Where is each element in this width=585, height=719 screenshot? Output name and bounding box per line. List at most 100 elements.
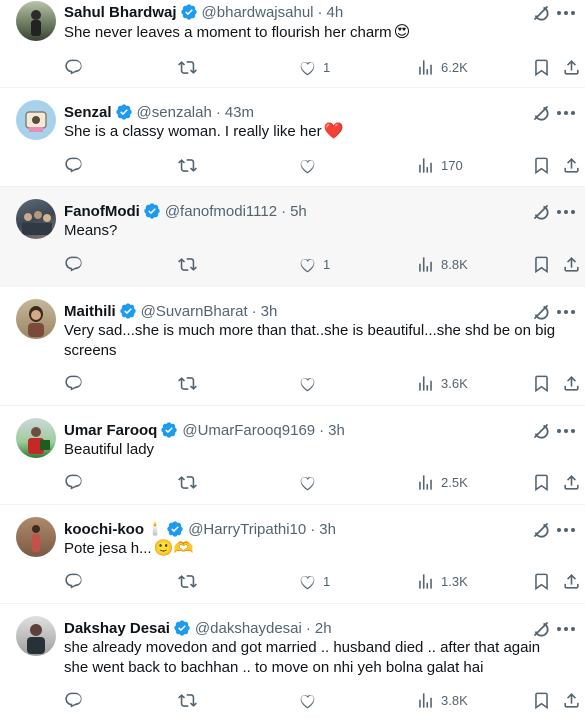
like-button[interactable]: 1 xyxy=(298,570,330,592)
tweet[interactable]: Dakshay Desai @dakshaydesai · 2h she alr… xyxy=(0,604,585,719)
like-button[interactable] xyxy=(298,372,323,394)
views-button[interactable]: 1.3K xyxy=(416,570,468,592)
more-dots-icon[interactable] xyxy=(555,619,577,639)
like-button[interactable]: 1 xyxy=(298,56,330,78)
views-button[interactable]: 6.2K xyxy=(416,56,468,78)
share-button[interactable] xyxy=(562,154,581,176)
user-handle[interactable]: @UmarFarooq9169 xyxy=(182,422,315,439)
more-dots-icon[interactable] xyxy=(555,202,577,222)
smiling-face-with-heart-eyes-emoji: 😍 xyxy=(393,24,411,41)
grok-icon[interactable] xyxy=(531,202,551,222)
display-name[interactable]: Senzal xyxy=(64,104,112,121)
tweet-text: Very sad...she is much more than that..s… xyxy=(64,321,565,361)
display-name[interactable]: Umar Farooq xyxy=(64,422,157,439)
more-dots-icon[interactable] xyxy=(555,520,577,540)
avatar[interactable] xyxy=(16,299,56,339)
views-button[interactable]: 3.8K xyxy=(416,689,468,711)
timestamp[interactable]: 3h xyxy=(328,422,345,439)
reply-button[interactable] xyxy=(64,689,83,711)
avatar[interactable] xyxy=(16,517,56,557)
share-button[interactable] xyxy=(562,471,581,493)
bookmark-button[interactable] xyxy=(532,570,551,592)
bookmark-button[interactable] xyxy=(532,689,551,711)
user-handle[interactable]: @SuvarnBharat xyxy=(141,303,248,320)
views-count: 1.3K xyxy=(441,573,468,589)
display-name[interactable]: Maithili xyxy=(64,303,116,320)
user-handle[interactable]: @fanofmodi1112 xyxy=(165,203,277,220)
more-dots-icon[interactable] xyxy=(555,302,577,322)
timestamp[interactable]: 3h xyxy=(319,521,336,538)
tweet[interactable]: Maithili @SuvarnBharat · 3h Very sad...s… xyxy=(0,287,585,406)
display-name[interactable]: FanofModi xyxy=(64,203,140,220)
timestamp[interactable]: 4h xyxy=(327,4,344,21)
tweet[interactable]: Senzal @senzalah · 43m She is a classy w… xyxy=(0,88,585,187)
reply-button[interactable] xyxy=(64,56,83,78)
separator-dot: · xyxy=(215,103,221,121)
avatar[interactable] xyxy=(16,1,56,41)
grok-icon[interactable] xyxy=(531,421,551,441)
avatar[interactable] xyxy=(16,199,56,239)
user-handle[interactable]: @dakshaydesai xyxy=(195,620,302,637)
retweet-button[interactable] xyxy=(178,689,197,711)
like-button[interactable] xyxy=(298,471,323,493)
more-dots-icon[interactable] xyxy=(555,421,577,441)
share-button[interactable] xyxy=(562,689,581,711)
reply-button[interactable] xyxy=(64,253,83,275)
tweet[interactable]: koochi-koo 🕯️ @HarryTripathi10 · 3h Pote… xyxy=(0,505,585,604)
tweet-text: She never leaves a moment to flourish he… xyxy=(64,23,565,43)
timestamp[interactable]: 43m xyxy=(225,104,254,121)
grok-icon[interactable] xyxy=(531,3,551,23)
retweet-icon xyxy=(178,693,197,707)
bookmark-button[interactable] xyxy=(532,372,551,394)
grok-icon[interactable] xyxy=(531,103,551,123)
display-name[interactable]: Dakshay Desai xyxy=(64,620,170,637)
more-dots-icon[interactable] xyxy=(555,103,577,123)
user-handle[interactable]: @bhardwajsahul xyxy=(202,4,314,21)
like-button[interactable]: 1 xyxy=(298,253,330,275)
timestamp[interactable]: 5h xyxy=(290,203,307,220)
timestamp[interactable]: 3h xyxy=(261,303,278,320)
share-button[interactable] xyxy=(562,56,581,78)
display-name[interactable]: koochi-koo xyxy=(64,521,144,538)
avatar[interactable] xyxy=(16,100,56,140)
bookmark-button[interactable] xyxy=(532,471,551,493)
avatar[interactable] xyxy=(16,418,56,458)
share-button[interactable] xyxy=(562,253,581,275)
retweet-button[interactable] xyxy=(178,154,197,176)
reply-button[interactable] xyxy=(64,372,83,394)
retweet-button[interactable] xyxy=(178,372,197,394)
grok-icon[interactable] xyxy=(531,302,551,322)
bookmark-button[interactable] xyxy=(532,253,551,275)
views-button[interactable]: 8.8K xyxy=(416,253,468,275)
user-handle[interactable]: @senzalah xyxy=(137,104,212,121)
views-button[interactable]: 3.6K xyxy=(416,372,468,394)
views-button[interactable]: 2.5K xyxy=(416,471,468,493)
like-button[interactable] xyxy=(298,154,323,176)
separator-dot: · xyxy=(317,3,323,21)
user-handle[interactable]: @HarryTripathi10 xyxy=(188,521,306,538)
retweet-button[interactable] xyxy=(178,570,197,592)
retweet-button[interactable] xyxy=(178,56,197,78)
display-name[interactable]: Sahul Bhardwaj xyxy=(64,4,177,21)
bookmark-button[interactable] xyxy=(532,56,551,78)
grok-icon[interactable] xyxy=(531,520,551,540)
tweet[interactable]: Sahul Bhardwaj @bhardwajsahul · 4h She n… xyxy=(0,0,585,88)
retweet-button[interactable] xyxy=(178,253,197,275)
timestamp[interactable]: 2h xyxy=(315,620,332,637)
share-button[interactable] xyxy=(562,570,581,592)
reply-button[interactable] xyxy=(64,471,83,493)
tweet[interactable]: FanofModi @fanofmodi1112 · 5h Means? 1 8… xyxy=(0,187,585,287)
avatar[interactable] xyxy=(16,616,56,656)
retweet-icon xyxy=(178,257,197,271)
views-button[interactable]: 170 xyxy=(416,154,463,176)
tweet[interactable]: Umar Farooq @UmarFarooq9169 · 3h Beautif… xyxy=(0,406,585,505)
grok-icon[interactable] xyxy=(531,619,551,639)
reply-button[interactable] xyxy=(64,154,83,176)
more-dots-icon[interactable] xyxy=(555,3,577,23)
reply-button[interactable] xyxy=(64,570,83,592)
share-button[interactable] xyxy=(562,372,581,394)
bookmark-button[interactable] xyxy=(532,154,551,176)
tweet-actions: 3.8K xyxy=(56,689,585,711)
like-button[interactable] xyxy=(298,689,323,711)
retweet-button[interactable] xyxy=(178,471,197,493)
